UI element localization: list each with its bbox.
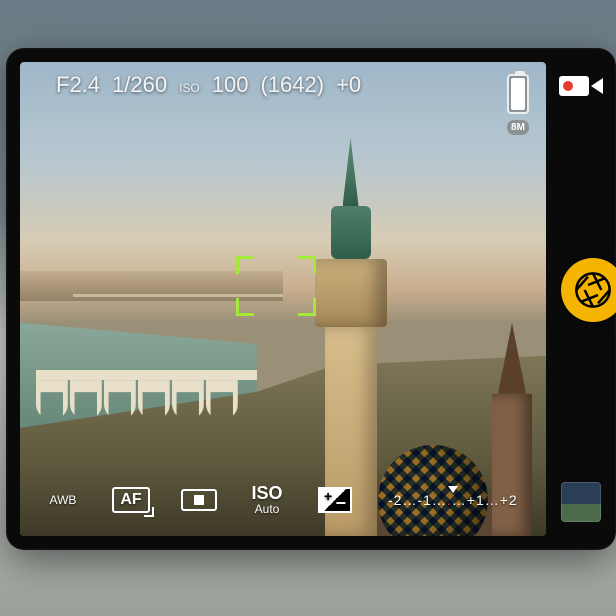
- scene-bridge: [36, 370, 257, 455]
- ev-scale-right: …+1…+2: [452, 492, 518, 508]
- video-mode-button[interactable]: [559, 74, 603, 98]
- ev-scale-left: -2…-1…: [388, 492, 447, 508]
- bottom-toolbar: AWB AF ISO Auto +−: [20, 472, 546, 528]
- ev-scale[interactable]: -2…-1… . …+1…+2: [388, 492, 518, 508]
- white-balance-label: AWB: [50, 493, 77, 507]
- screen-area: F2.4 1/260 ISO 100 (1642) +0 8M AWB: [20, 62, 546, 536]
- right-control-strip: [546, 62, 616, 536]
- exposure-readout: F2.4 1/260 ISO 100 (1642) +0: [56, 72, 476, 98]
- iso-title: ISO: [251, 484, 282, 503]
- focus-mode-icon: AF: [112, 487, 149, 513]
- iso-button[interactable]: ISO Auto: [244, 478, 290, 522]
- ev-offset: +0: [336, 72, 361, 98]
- focus-reticle[interactable]: [236, 256, 316, 316]
- metering-mode-button[interactable]: [176, 478, 222, 522]
- ev-pointer-icon: [448, 486, 458, 493]
- battery-level: [511, 78, 525, 110]
- phone-frame: F2.4 1/260 ISO 100 (1642) +0 8M AWB: [6, 48, 616, 550]
- camera-viewfinder[interactable]: F2.4 1/260 ISO 100 (1642) +0 8M AWB: [20, 62, 546, 536]
- metering-icon: [181, 489, 217, 511]
- shots-remaining: (1642): [260, 72, 324, 98]
- gallery-thumbnail[interactable]: [561, 482, 601, 522]
- exposure-compensation-icon: +−: [318, 487, 352, 513]
- record-dot-icon: [563, 81, 573, 91]
- white-balance-button[interactable]: AWB: [40, 478, 86, 522]
- exposure-compensation-button[interactable]: +−: [312, 478, 358, 522]
- shutter-speed-value: 1/260: [112, 72, 167, 98]
- aperture-value: F2.4: [56, 72, 100, 98]
- iso-mode: Auto: [255, 503, 280, 516]
- resolution-badge[interactable]: 8M: [507, 120, 529, 135]
- focus-mode-button[interactable]: AF: [108, 478, 154, 522]
- shutter-button[interactable]: [561, 258, 616, 322]
- iso-label: ISO: [179, 81, 200, 95]
- battery-icon: [507, 74, 529, 114]
- aperture-icon: [573, 270, 613, 310]
- iso-value: 100: [212, 72, 249, 98]
- status-group: 8M: [500, 74, 536, 135]
